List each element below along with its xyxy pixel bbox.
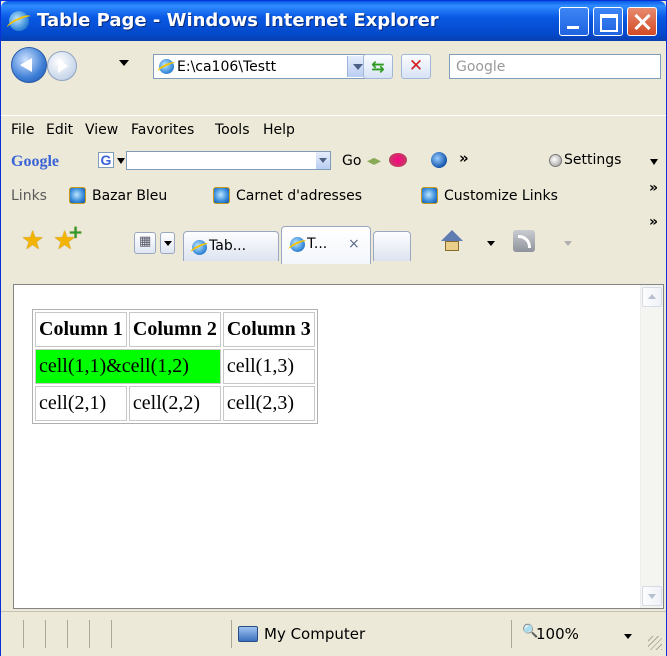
table-cell: cell(2,3) — [222, 386, 315, 421]
google-arrows-icon: ◂▸ — [367, 153, 382, 169]
table-cell: cell(1,3) — [222, 349, 315, 384]
window-title: Table Page - Windows Internet Explorer — [37, 10, 439, 31]
computer-icon — [238, 626, 258, 642]
table-cell: cell(2,2) — [128, 386, 221, 421]
quick-tabs-icon[interactable] — [134, 232, 156, 254]
link-customize-links[interactable]: Customize Links — [444, 188, 558, 204]
tab-label: T... — [307, 236, 328, 252]
links-more-button[interactable]: » — [649, 180, 658, 196]
security-zone: My Computer — [264, 625, 366, 643]
tab-ie-icon — [290, 237, 305, 252]
refresh-button[interactable]: ⇆ — [363, 54, 393, 79]
add-favorite-icon[interactable]: ★ — [53, 222, 84, 256]
google-logo: Google — [11, 153, 59, 171]
zoom-dropdown-icon[interactable] — [624, 634, 632, 639]
settings-button[interactable]: Settings — [564, 152, 621, 168]
status-divider — [23, 620, 24, 648]
resize-grip-icon[interactable] — [648, 636, 662, 650]
tab-1[interactable]: Tab... — [183, 231, 279, 261]
vertical-scrollbar[interactable] — [640, 285, 663, 608]
google-search-input[interactable] — [126, 151, 331, 170]
scroll-up-arrow-icon[interactable] — [642, 287, 662, 307]
merged-cell: cell(1,1)&cell(1,2) — [35, 349, 221, 384]
tab-close-icon[interactable]: × — [348, 236, 360, 252]
table-header-row: Column 1 Column 2 Column 3 — [35, 312, 315, 347]
tab-list-dropdown-icon[interactable] — [160, 232, 175, 254]
menu-edit[interactable]: Edit — [46, 122, 73, 138]
google-pagerank-icon[interactable] — [389, 153, 407, 167]
back-button[interactable] — [11, 47, 47, 83]
scroll-down-arrow-icon[interactable] — [642, 586, 662, 606]
table-row: cell(2,1) cell(2,2) cell(2,3) — [35, 386, 315, 421]
google-globe-icon[interactable] — [431, 152, 447, 168]
menu-help[interactable]: Help — [263, 122, 295, 138]
links-label: Links — [11, 188, 47, 204]
table-cell: cell(2,1) — [35, 386, 127, 421]
status-divider — [511, 620, 512, 648]
table-row: cell(1,1)&cell(1,2) cell(1,3) — [35, 349, 315, 384]
close-button[interactable] — [627, 7, 657, 36]
links-bar: Links Bazar Bleu Carnet d'adresses Custo… — [1, 178, 666, 212]
google-toolbar: Google G Go ◂▸ » Settings — [1, 144, 666, 178]
status-divider — [111, 620, 112, 648]
status-divider — [89, 620, 90, 648]
page-icon — [159, 59, 174, 74]
minimize-button[interactable] — [559, 7, 589, 36]
tab-label: Tab... — [209, 238, 247, 254]
status-divider — [231, 620, 232, 648]
feeds-icon[interactable] — [513, 230, 535, 252]
tab-bar: ★ ★ Tab... T... × » — [1, 212, 666, 269]
status-divider — [67, 620, 68, 648]
google-go-button[interactable]: Go — [342, 153, 361, 169]
home-dropdown-icon[interactable] — [487, 241, 495, 246]
ie-logo-icon — [9, 11, 29, 31]
data-table: Column 1 Column 2 Column 3 cell(1,1)&cel… — [32, 309, 318, 424]
tab-2-active[interactable]: T... × — [281, 226, 371, 264]
google-menu-icon[interactable]: G — [98, 152, 114, 168]
maximize-button[interactable] — [593, 7, 623, 36]
google-search-dropdown-icon[interactable] — [316, 152, 330, 169]
recent-pages-dropdown-icon[interactable] — [119, 60, 129, 66]
status-bar: My Computer 🔍 100% — [1, 611, 666, 656]
toolbar-more-button[interactable]: » — [649, 214, 658, 230]
menu-tools[interactable]: Tools — [215, 122, 250, 138]
table-header: Column 3 — [222, 312, 315, 347]
link-bazar-bleu[interactable]: Bazar Bleu — [92, 188, 167, 204]
menu-favorites[interactable]: Favorites — [131, 122, 194, 138]
search-input[interactable] — [454, 56, 658, 78]
google-more-button[interactable]: » — [459, 149, 469, 167]
menu-view[interactable]: View — [85, 122, 118, 138]
title-bar[interactable]: Table Page - Windows Internet Explorer — [1, 1, 666, 41]
settings-dropdown-icon[interactable] — [650, 159, 658, 165]
stop-button[interactable]: ✕ — [401, 54, 431, 79]
link-carnet-adresses[interactable]: Carnet d'adresses — [236, 188, 362, 204]
feeds-dropdown-icon[interactable] — [564, 241, 572, 246]
forward-button[interactable] — [47, 51, 77, 81]
home-icon[interactable] — [441, 230, 463, 252]
menu-file[interactable]: File — [11, 122, 34, 138]
link-ie-icon — [69, 187, 86, 204]
address-bar[interactable]: E:\ca106\Testt — [153, 54, 369, 79]
browser-window: Table Page - Windows Internet Explorer E… — [0, 0, 667, 656]
google-logo-text: Google — [11, 153, 59, 170]
page-content[interactable]: Column 1 Column 2 Column 3 cell(1,1)&cel… — [13, 284, 664, 609]
zoom-level[interactable]: 100% — [536, 625, 579, 643]
address-text[interactable]: E:\ca106\Testt — [177, 59, 327, 75]
new-tab-button[interactable] — [373, 231, 411, 261]
status-divider — [45, 620, 46, 648]
table-header: Column 2 — [128, 312, 221, 347]
link-ie-icon — [213, 187, 230, 204]
settings-icon[interactable] — [549, 154, 562, 167]
link-ie-icon — [421, 187, 438, 204]
google-menu-dropdown-icon[interactable] — [117, 158, 125, 164]
favorites-star-icon[interactable]: ★ — [21, 226, 44, 256]
table-header: Column 1 — [35, 312, 127, 347]
search-box[interactable] — [449, 54, 661, 79]
tab-ie-icon — [192, 240, 207, 255]
menu-bar: File Edit View Favorites Tools Help — [1, 115, 666, 144]
